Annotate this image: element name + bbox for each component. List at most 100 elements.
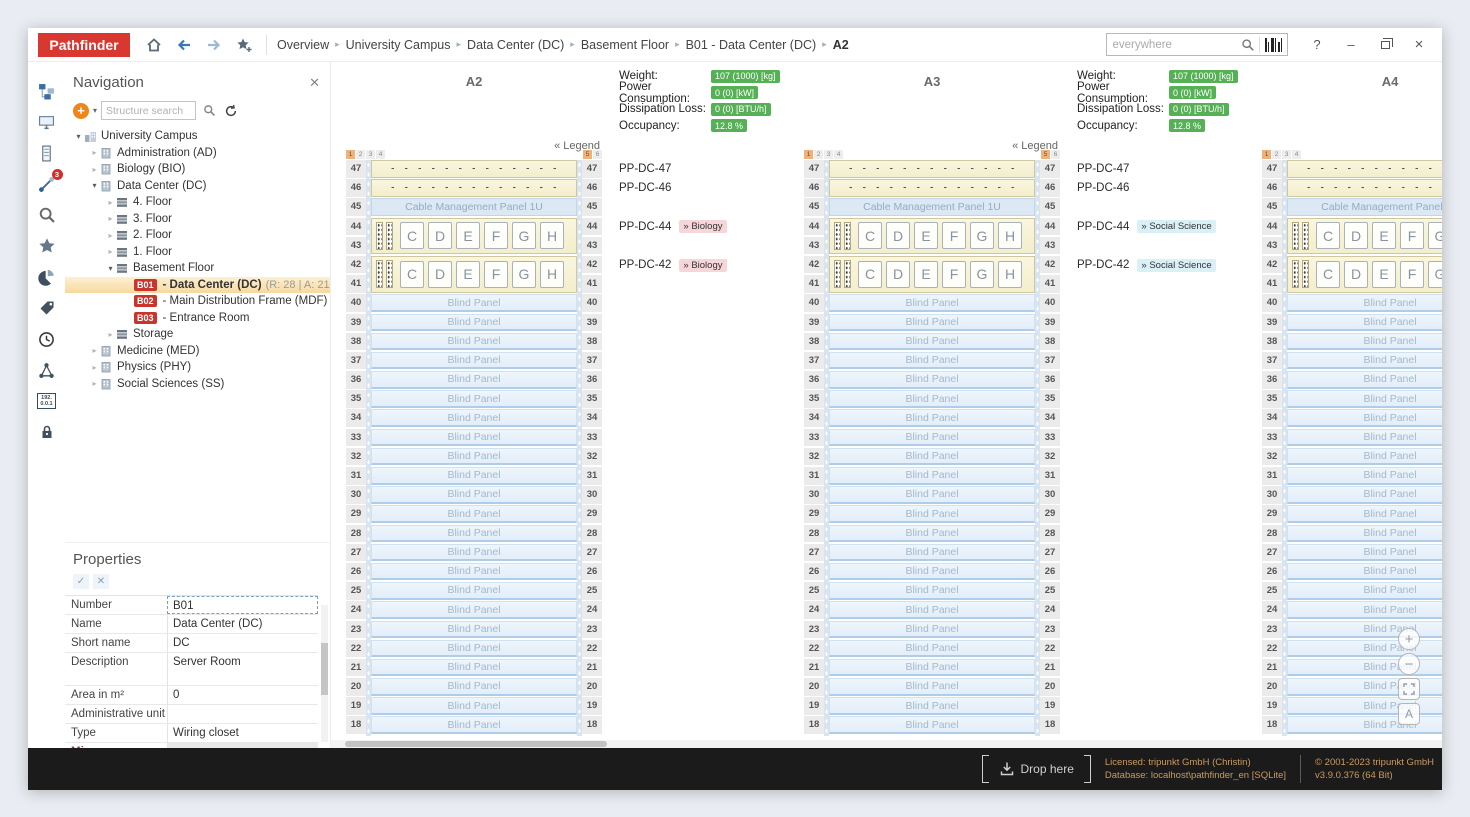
search-tool-button[interactable] (34, 204, 60, 226)
module-slot[interactable]: F (942, 261, 966, 288)
device-panel[interactable]: CDEFGH (829, 256, 1035, 293)
module-slot[interactable]: C (400, 222, 424, 249)
blind-panel[interactable]: Blind Panel (371, 429, 577, 447)
panel-annotation-label[interactable]: PP-DC-44 (619, 221, 671, 233)
blind-panel[interactable]: Blind Panel (1287, 390, 1442, 408)
blind-panel[interactable]: Blind Panel (1287, 429, 1442, 447)
breadcrumb-item[interactable]: Overview (273, 38, 333, 52)
module-slot[interactable]: D (1344, 222, 1368, 249)
blind-panel[interactable]: Blind Panel (829, 621, 1035, 639)
minimize-button[interactable]: – (1336, 33, 1366, 57)
blind-panel[interactable]: Blind Panel (829, 659, 1035, 677)
blind-panel[interactable]: Blind Panel (829, 716, 1035, 734)
module-slot[interactable]: G (1428, 222, 1442, 249)
home-button[interactable] (140, 33, 168, 57)
module-slot[interactable]: F (1400, 261, 1424, 288)
blind-panel[interactable]: Blind Panel (829, 601, 1035, 619)
add-node-button[interactable]: + (73, 103, 89, 119)
blind-panel[interactable]: Blind Panel (1287, 525, 1442, 543)
module-slot[interactable]: D (428, 222, 452, 249)
department-tag[interactable]: » Social Science (1137, 259, 1215, 272)
patch-panel[interactable] (829, 179, 1035, 197)
history-tool-button[interactable] (34, 328, 60, 350)
blind-panel[interactable]: Blind Panel (371, 486, 577, 504)
module-slot[interactable]: F (942, 222, 966, 249)
module-slot[interactable]: G (1428, 261, 1442, 288)
tree-item[interactable]: ▸Administration (AD) (65, 145, 330, 162)
module-slot[interactable]: H (998, 222, 1022, 249)
property-value[interactable]: Wiring closet (167, 724, 318, 742)
zoom-actual-button[interactable]: A (1398, 703, 1420, 725)
module-slot[interactable]: C (1316, 222, 1340, 249)
blind-panel[interactable]: Blind Panel (371, 525, 577, 543)
blind-panel[interactable]: Blind Panel (829, 371, 1035, 389)
blind-panel[interactable]: Blind Panel (1287, 448, 1442, 466)
patch-panel[interactable] (371, 179, 577, 197)
breadcrumb-item[interactable]: University Campus (342, 38, 455, 52)
blind-panel[interactable]: Blind Panel (371, 314, 577, 332)
module-slot[interactable]: G (512, 222, 536, 249)
blind-panel[interactable]: Blind Panel (829, 467, 1035, 485)
rack-tool-button[interactable] (34, 142, 60, 164)
blind-panel[interactable]: Blind Panel (371, 601, 577, 619)
horizontal-scrollbar[interactable] (331, 740, 1442, 748)
blind-panel[interactable]: Blind Panel (1287, 582, 1442, 600)
tree-search-icon[interactable] (200, 104, 218, 117)
twisty-icon[interactable]: ▸ (89, 165, 100, 174)
blind-panel[interactable]: Blind Panel (829, 544, 1035, 562)
reports-tool-button[interactable] (34, 266, 60, 288)
blind-panel[interactable]: Blind Panel (1287, 486, 1442, 504)
property-value[interactable]: B01 (167, 596, 318, 614)
patch-panel[interactable] (1287, 179, 1442, 197)
tree-item[interactable]: ▸2. Floor (65, 227, 330, 244)
help-button[interactable]: ? (1302, 33, 1332, 57)
blind-panel[interactable]: Blind Panel (371, 505, 577, 523)
blind-panel[interactable]: Blind Panel (371, 352, 577, 370)
connections-tool-button[interactable]: 3 (34, 173, 60, 195)
blind-panel[interactable]: Blind Panel (1287, 352, 1442, 370)
blind-panel[interactable]: Blind Panel (1287, 601, 1442, 619)
back-button[interactable] (170, 33, 198, 57)
module-slot[interactable]: G (970, 222, 994, 249)
department-tag[interactable]: » Biology (679, 220, 726, 233)
tree-item[interactable]: ▸Social Sciences (SS) (65, 376, 330, 393)
blind-panel[interactable]: Blind Panel (1287, 505, 1442, 523)
blind-panel[interactable]: Blind Panel (1287, 371, 1442, 389)
blind-panel[interactable]: Blind Panel (829, 525, 1035, 543)
module-slot[interactable]: G (970, 261, 994, 288)
scrollbar-thumb[interactable] (345, 741, 607, 747)
device-panel[interactable]: CDEFGH (829, 218, 1035, 255)
module-slot[interactable]: H (540, 222, 564, 249)
add-dropdown-caret-icon[interactable]: ▾ (93, 106, 97, 115)
module-slot[interactable]: D (1344, 261, 1368, 288)
twisty-icon[interactable]: ▸ (89, 346, 100, 355)
blind-panel[interactable]: Blind Panel (371, 621, 577, 639)
tree-item[interactable]: ▸1. Floor (65, 244, 330, 261)
department-tag[interactable]: » Biology (679, 259, 726, 272)
blind-panel[interactable]: Blind Panel (829, 505, 1035, 523)
twisty-icon[interactable]: ▸ (105, 247, 116, 256)
tree-item[interactable]: ▸Physics (PHY) (65, 359, 330, 376)
tree-item[interactable]: ▸Medicine (MED) (65, 343, 330, 360)
apply-changes-icon[interactable]: ✓ (73, 574, 89, 589)
cable-management-panel[interactable]: Cable Management Panel 1U (1287, 198, 1442, 216)
module-slot[interactable]: F (484, 261, 508, 288)
blind-panel[interactable]: Blind Panel (1287, 294, 1442, 312)
property-value[interactable]: 0 (167, 686, 318, 704)
refresh-icon[interactable] (222, 104, 240, 118)
device-panel[interactable]: CDEFGH (371, 256, 577, 293)
property-value[interactable] (167, 705, 318, 723)
blind-panel[interactable]: Blind Panel (371, 467, 577, 485)
device-panel[interactable]: CDEFGH (1287, 218, 1442, 255)
cable-management-panel[interactable]: Cable Management Panel 1U (829, 198, 1035, 216)
app-logo[interactable]: Pathfinder (38, 33, 130, 57)
module-slot[interactable]: E (456, 222, 480, 249)
blind-panel[interactable]: Blind Panel (829, 582, 1035, 600)
tree-item[interactable]: ▸Storage (65, 326, 330, 343)
blind-panel[interactable]: Blind Panel (1287, 467, 1442, 485)
close-button[interactable]: × (1404, 33, 1434, 57)
breadcrumb-item[interactable]: Basement Floor (577, 38, 673, 52)
blind-panel[interactable]: Blind Panel (829, 352, 1035, 370)
panel-annotation-label[interactable]: PP-DC-46 (1077, 182, 1129, 194)
breadcrumb-item[interactable]: Data Center (DC) (463, 38, 568, 52)
